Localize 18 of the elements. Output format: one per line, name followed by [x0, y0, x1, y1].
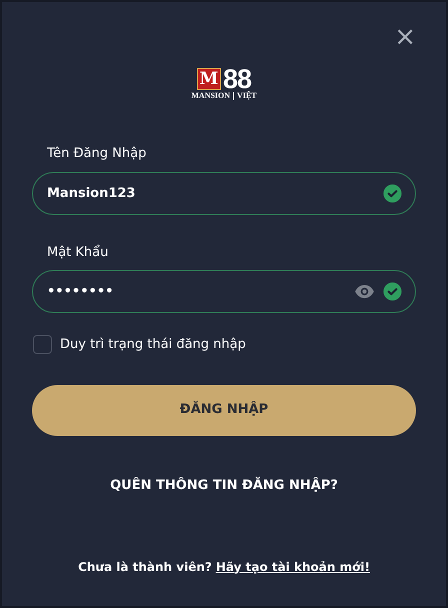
forgot-link[interactable]: QUÊN THÔNG TIN ĐĂNG NHẬP?: [110, 478, 338, 492]
check-icon: [383, 184, 402, 202]
footer-text: Chưa là thành viên?: [78, 558, 212, 576]
field-label: Tên Đăng Nhập: [47, 145, 146, 163]
password-field[interactable]: ••••••••: [32, 270, 416, 313]
checkbox-label: Duy trì trạng thái đăng nhập: [60, 336, 246, 354]
logo-region: VIỆT: [237, 92, 257, 100]
checkbox[interactable]: [33, 335, 52, 354]
logo-number: 88: [222, 68, 252, 90]
close-button[interactable]: ×: [392, 24, 418, 50]
register-link[interactable]: Hãy tạo tài khoản mới!: [216, 558, 370, 576]
logo-mark: M: [196, 68, 221, 90]
login-button[interactable]: ĐĂNG NHẬP: [32, 384, 416, 436]
field-label: Mật Khẩu: [47, 244, 108, 262]
eye-icon[interactable]: [354, 284, 375, 299]
logo-brand: MANSION: [191, 92, 230, 100]
check-icon: [383, 282, 402, 301]
username-field[interactable]: Mansion123: [32, 172, 416, 214]
